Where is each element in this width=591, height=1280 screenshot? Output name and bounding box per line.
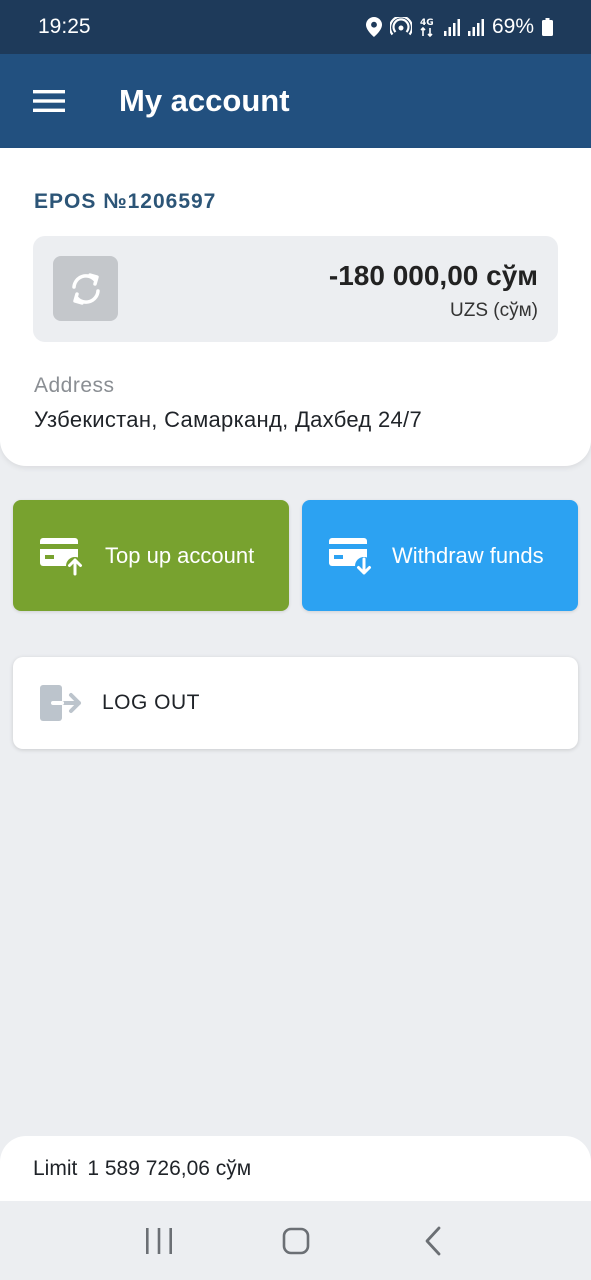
signal-icon — [467, 18, 484, 36]
card-upload-icon — [39, 536, 85, 576]
logout-button[interactable]: LOG OUT — [13, 657, 578, 749]
battery-icon — [542, 18, 553, 36]
card-download-icon — [328, 536, 374, 576]
balance-panel: -180 000,00 сўм UZS (сўм) — [33, 236, 558, 342]
address-label: Address — [34, 374, 115, 397]
withdraw-button[interactable]: Withdraw funds — [302, 500, 578, 611]
logout-icon — [39, 683, 83, 723]
recents-icon[interactable] — [129, 1211, 189, 1271]
back-icon[interactable] — [403, 1211, 463, 1271]
top-up-label: Top up account — [105, 542, 255, 568]
account-card: EPOS №1206597 -180 000,00 сўм UZS (сўм) … — [0, 148, 591, 466]
refresh-icon[interactable] — [53, 256, 118, 321]
home-icon[interactable] — [266, 1211, 326, 1271]
status-icons: 4G 69% — [365, 15, 553, 39]
address-value: Узбекистан, Самарканд, Дахбед 24/7 — [34, 407, 423, 432]
hotspot-icon — [389, 17, 412, 37]
withdraw-label: Withdraw funds — [392, 542, 544, 568]
signal-icon — [443, 18, 460, 36]
network-4g-icon: 4G — [420, 16, 436, 38]
battery-percent: 69% — [491, 15, 534, 38]
status-time: 19:25 — [38, 15, 91, 38]
network-type-label: 4G — [420, 18, 434, 28]
epos-number: EPOS №1206597 — [34, 190, 217, 213]
limit-value: 1 589 726,06 сўм — [87, 1157, 252, 1180]
balance-currency: UZS (сўм) — [450, 300, 538, 321]
top-up-button[interactable]: Top up account — [13, 500, 289, 611]
hamburger-menu-icon[interactable] — [25, 77, 73, 125]
limit-text: Limit 1 589 726,06 сўм — [33, 1157, 251, 1181]
status-bar: 19:25 4G 69% — [0, 0, 591, 54]
limit-label: Limit — [33, 1157, 78, 1180]
balance-amount: -180 000,00 сўм — [328, 260, 538, 291]
app-bar: My account — [0, 54, 591, 148]
system-nav-bar — [0, 1201, 591, 1280]
page-title: My account — [119, 83, 290, 118]
location-icon — [365, 17, 382, 37]
logout-label: LOG OUT — [102, 691, 201, 714]
